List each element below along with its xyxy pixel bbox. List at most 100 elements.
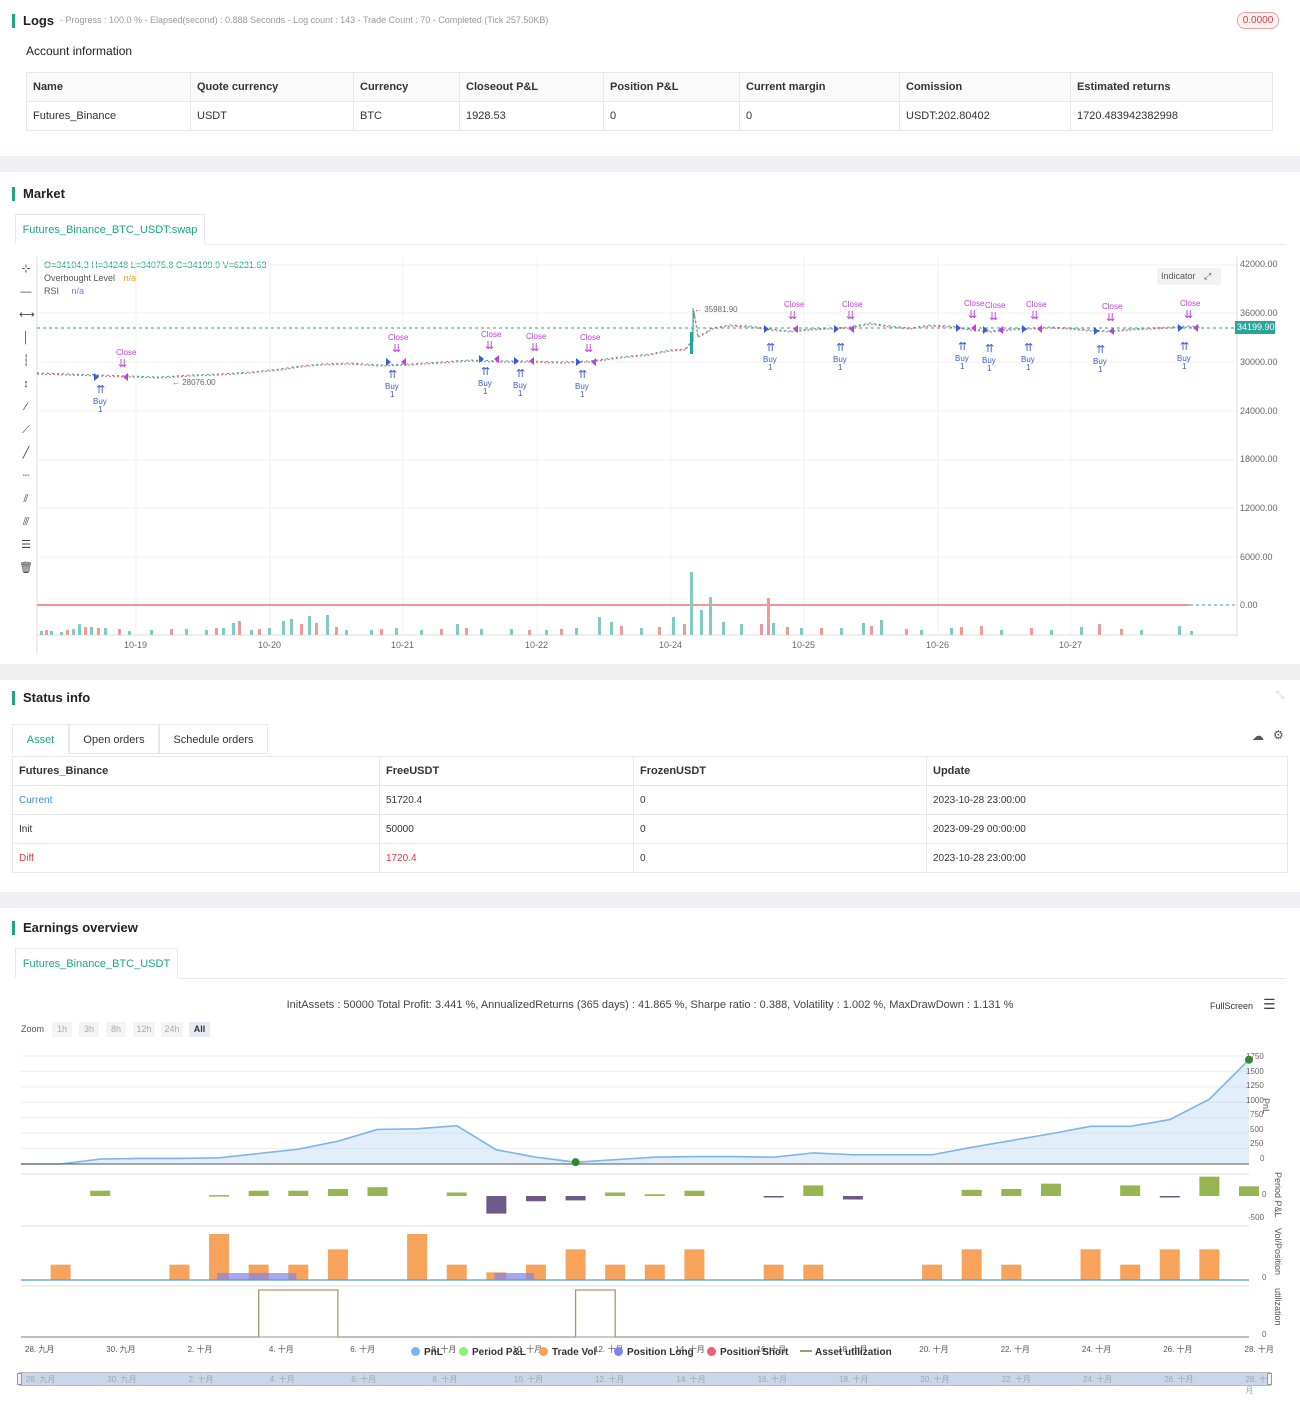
axis-title-period: Period P&L: [1273, 1172, 1283, 1218]
price-scale-icon[interactable]: ┈: [19, 469, 33, 483]
buy-label: Buy: [93, 397, 107, 406]
gear-icon[interactable]: ⚙: [1273, 728, 1284, 742]
account-cell: 0: [739, 101, 900, 131]
tab-schedule-orders[interactable]: Schedule orders: [159, 724, 268, 754]
legend-vol-label: Trade Vol: [552, 1347, 597, 1358]
trade-marker: ⇈Buy1 ⇊Close: [1177, 299, 1201, 371]
table-row: Init 50000 0 2023-09-29 00:00:00: [12, 814, 1288, 844]
period-pnl-bar: [1040, 1183, 1061, 1196]
fib-channel-icon[interactable]: ⫻: [19, 515, 33, 529]
svg-text:⇈: ⇈: [985, 343, 994, 355]
ray-line-icon[interactable]: ⟋: [19, 423, 33, 437]
zoom-12h-button[interactable]: 12h: [133, 1022, 155, 1037]
table-row: Futures_Binance USDT BTC 1928.53 0 0 USD…: [26, 101, 1273, 131]
zoom-1h-button[interactable]: 1h: [52, 1022, 72, 1037]
period-pnl-bar: [1159, 1196, 1180, 1198]
svg-text:⇈: ⇈: [388, 369, 397, 381]
navigator-date-tick: 2. 十月: [188, 1375, 214, 1384]
pnl-tick: 1250: [1246, 1081, 1264, 1090]
navigator-scrollbar[interactable]: 28. 九月 30. 九月 2. 十月 4. 十月 6. 十月 8. 十月 10. 十月 12…: [19, 1372, 1271, 1395]
position-long-bar: [217, 1273, 297, 1280]
crosshair-tool-icon[interactable]: ⊹: [19, 262, 33, 276]
period-tick: 0: [1262, 1190, 1267, 1199]
svg-text:Close: Close: [116, 348, 137, 357]
date-tick: 10-24: [659, 640, 683, 650]
date-tick: 10-27: [1059, 640, 1083, 650]
navigator-handle-right[interactable]: [1267, 1373, 1272, 1385]
logs-badge: 0.0000: [1237, 12, 1279, 29]
tab-earnings-symbol[interactable]: Futures_Binance_BTC_USDT: [15, 948, 178, 978]
price-tick: 36000.00: [1240, 308, 1278, 318]
tab-open-orders[interactable]: Open orders: [69, 724, 159, 754]
extended-line-icon[interactable]: ╱: [19, 446, 33, 460]
svg-text:⇈: ⇈: [481, 366, 490, 378]
account-col-name: Name: [26, 72, 191, 102]
vertical-segment-icon[interactable]: ┆: [19, 354, 33, 368]
zoom-3h-button[interactable]: 3h: [79, 1022, 99, 1037]
legend-pnl-label: PnL: [424, 1347, 443, 1358]
period-pnl-bar: [486, 1196, 507, 1214]
legend-position-long[interactable]: Position Long: [614, 1347, 694, 1358]
fullscreen-button[interactable]: FullScreen: [1210, 1001, 1253, 1011]
high-price-value: 35981.90: [704, 305, 738, 314]
account-col-margin: Current margin: [739, 72, 900, 102]
asset-utilization-line: [21, 1289, 1249, 1338]
trade-vol-bar: [763, 1264, 784, 1280]
trade-vol-bar: [684, 1249, 705, 1280]
svg-text:⇊: ⇊: [1184, 309, 1193, 321]
logs-title: Logs: [12, 14, 54, 28]
asset-cell: 2023-10-28 23:00:00: [926, 843, 1288, 873]
legend-rsi-label: RSI: [44, 286, 60, 296]
date-tick: 30. 九月: [106, 1345, 136, 1354]
trade-vol-bar: [50, 1264, 71, 1280]
parallel-channel-icon[interactable]: ⫽: [19, 492, 33, 506]
svg-text:1: 1: [483, 387, 488, 396]
trend-line-icon[interactable]: ⁄: [19, 400, 33, 414]
svg-text:Close: Close: [784, 300, 805, 309]
trade-marker: ⇈Buy1 ⇊Close: [1093, 302, 1123, 374]
legend-period-pnl[interactable]: Period P&L: [459, 1347, 526, 1358]
logs-summary: - Progress : 100.0 % - Elapsed(second) :…: [60, 15, 549, 25]
market-title: Market: [12, 187, 65, 201]
navigator-date-tick: 24. 十月: [1082, 1375, 1113, 1384]
date-tick: 22. 十月: [1000, 1345, 1030, 1354]
svg-text:1: 1: [98, 405, 103, 414]
legend-short-label: Position Short: [720, 1347, 789, 1358]
svg-text:⇊: ⇊: [485, 340, 494, 352]
vol-tick: 0: [1262, 1273, 1267, 1282]
collapse-icon[interactable]: ⤡: [1276, 690, 1284, 701]
tab-underline: [205, 244, 1285, 245]
navigator-date-tick: 18. 十月: [839, 1375, 869, 1384]
menu-icon[interactable]: ☰: [1263, 996, 1276, 1013]
indicator-button[interactable]: Indicator ⤢: [1157, 268, 1221, 285]
zoom-24h-button[interactable]: 24h: [161, 1022, 183, 1037]
account-col-closeout: Closeout P&L: [459, 72, 604, 102]
vertical-line-icon[interactable]: │: [19, 331, 33, 345]
svg-text:Buy: Buy: [478, 379, 492, 388]
cloud-download-icon[interactable]: ☁: [1252, 729, 1264, 743]
svg-text:Close: Close: [842, 300, 863, 309]
fib-retracement-icon[interactable]: ☰: [19, 538, 33, 552]
horizontal-line-icon[interactable]: —: [19, 285, 33, 299]
date-tick: 20. 十月: [919, 1345, 949, 1354]
legend-period-label: Period P&L: [472, 1347, 526, 1358]
legend-asset-util[interactable]: Asset utilization: [800, 1347, 892, 1358]
legend-position-short[interactable]: Position Short: [707, 1347, 788, 1358]
zoom-all-button[interactable]: All: [189, 1022, 210, 1037]
navigator-handle-left[interactable]: [17, 1373, 22, 1385]
asset-row-label: Init: [12, 814, 380, 844]
legend-pnl[interactable]: PnL: [411, 1347, 443, 1358]
tab-market-symbol[interactable]: Futures_Binance_BTC_USDT:swap: [15, 214, 205, 244]
status-title: Status info: [12, 691, 90, 705]
price-range-icon[interactable]: ↕: [19, 377, 33, 391]
logs-panel: Logs - Progress : 100.0 % - Elapsed(seco…: [0, 0, 1300, 156]
svg-text:1: 1: [1098, 365, 1103, 374]
legend-short-dot: [707, 1347, 716, 1356]
date-tick: 28. 九月: [25, 1345, 55, 1354]
zoom-8h-button[interactable]: 8h: [106, 1022, 126, 1037]
horizontal-ray-icon[interactable]: ⟷: [19, 308, 35, 322]
legend-trade-vol[interactable]: Trade Vol: [539, 1347, 596, 1358]
trade-marker: ⇈Buy1 ⇊Close: [833, 300, 863, 372]
tab-asset[interactable]: Asset: [12, 724, 69, 754]
trash-icon[interactable]: 🗑: [19, 561, 33, 575]
